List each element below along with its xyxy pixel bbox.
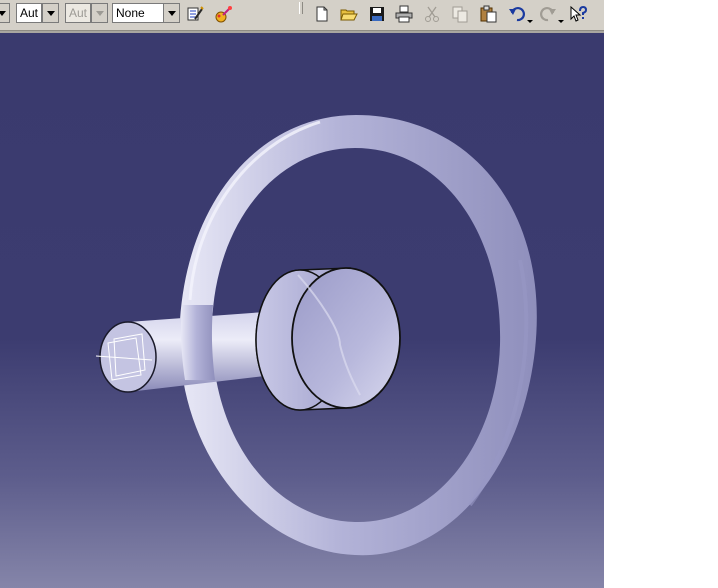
save-icon[interactable] [366, 3, 388, 25]
copy-icon [449, 3, 471, 25]
steering-wheel-model[interactable] [0, 33, 604, 588]
color-wand-icon[interactable] [213, 3, 235, 25]
standard-toolbar: Aut Aut None [0, 0, 604, 31]
layer-combo[interactable]: None [112, 3, 164, 23]
hub-face[interactable] [291, 267, 401, 409]
layer-dropdown-arrow[interactable] [163, 3, 180, 23]
line-type-combo: Aut [65, 3, 91, 23]
empty-panel-area [604, 0, 718, 588]
combo-0-dropdown-arrow[interactable] [0, 3, 10, 23]
undo-dropdown-arrow[interactable] [527, 20, 533, 23]
redo-dropdown-arrow[interactable] [558, 20, 564, 23]
undo-icon[interactable] [506, 3, 528, 25]
cut-icon [421, 3, 443, 25]
line-type-dropdown-arrow [91, 3, 108, 23]
toolbar-separator [299, 2, 303, 14]
line-thickness-combo[interactable]: Aut [16, 3, 42, 23]
new-document-icon[interactable] [311, 3, 333, 25]
whats-this-help-icon[interactable] [567, 3, 589, 25]
redo-icon [537, 3, 559, 25]
print-icon[interactable] [393, 3, 415, 25]
3d-viewport[interactable] [0, 33, 604, 588]
paste-icon[interactable] [477, 3, 499, 25]
line-thickness-dropdown-arrow[interactable] [42, 3, 59, 23]
open-folder-icon[interactable] [338, 3, 360, 25]
painter-icon[interactable] [184, 3, 206, 25]
